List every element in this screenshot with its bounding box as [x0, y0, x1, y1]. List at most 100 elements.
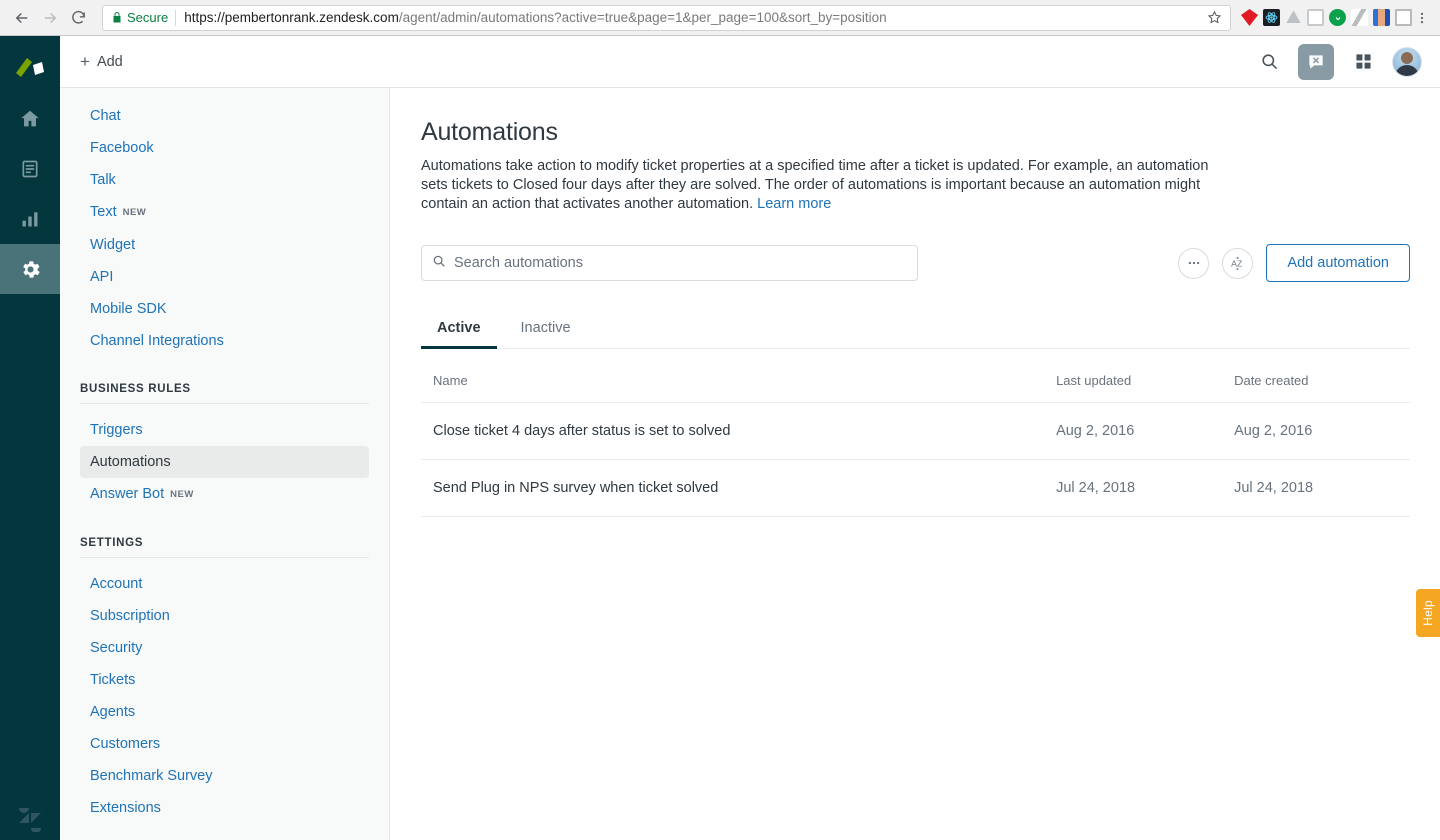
sidebar-item-benchmark-survey[interactable]: Benchmark Survey	[60, 760, 389, 792]
sidebar-item-customers[interactable]: Customers	[60, 728, 389, 760]
table-header-row: Name Last updated Date created	[421, 363, 1410, 403]
sidebar-item-label: Customers	[90, 736, 160, 752]
sidebar-item-automations[interactable]: Automations	[80, 446, 369, 478]
product-rail	[0, 36, 60, 840]
new-badge: NEW	[170, 489, 194, 500]
sidebar-item-triggers[interactable]: Triggers	[60, 414, 389, 446]
sidebar-item-security[interactable]: Security	[60, 632, 389, 664]
sidebar-item-agents[interactable]: Agents	[60, 696, 389, 728]
sidebar-item-facebook[interactable]: Facebook	[60, 132, 389, 164]
sidebar-item-label: Tickets	[90, 672, 135, 688]
table-row[interactable]: Close ticket 4 days after status is set …	[421, 403, 1410, 460]
sidebar-item-label: Chat	[90, 108, 121, 124]
sidebar-item-answer-bot[interactable]: Answer Bot NEW	[60, 478, 389, 511]
extension-tray	[1239, 9, 1412, 26]
sidebar-item-extensions[interactable]: Extensions	[60, 792, 389, 824]
sidebar-item-label: Extensions	[90, 800, 161, 816]
sidebar-item-label: Benchmark Survey	[90, 768, 213, 784]
sidebar-item-label: Subscription	[90, 608, 170, 624]
sidebar-item-label: Widget	[90, 237, 135, 253]
user-avatar[interactable]	[1392, 47, 1422, 77]
sidebar-item-label: Answer Bot	[90, 486, 164, 502]
sidebar-item-label: API	[90, 269, 113, 285]
wave-extension-icon[interactable]	[1351, 9, 1368, 26]
add-button[interactable]: + Add	[80, 53, 123, 70]
tab-inactive[interactable]: Inactive	[505, 312, 587, 349]
search-icon[interactable]	[1254, 47, 1284, 77]
sidebar-item-label: Account	[90, 576, 142, 592]
help-tab-label: Help	[1421, 600, 1435, 626]
sidebar-item-widget[interactable]: Widget	[60, 229, 389, 261]
sidebar-item-channel-integrations[interactable]: Channel Integrations	[60, 325, 389, 357]
add-automation-button[interactable]: Add automation	[1266, 244, 1410, 282]
more-options-button[interactable]	[1178, 248, 1209, 279]
avatar-extension-icon[interactable]	[1373, 9, 1390, 26]
help-tab[interactable]: Help	[1416, 589, 1440, 637]
sidebar-divider	[80, 557, 369, 558]
toolbar-actions: AZ Add automation	[1178, 244, 1410, 282]
sidebar-item-label: Triggers	[90, 422, 143, 438]
chat-bubble-close-icon[interactable]	[1298, 44, 1334, 80]
rail-item-reporting[interactable]	[0, 194, 60, 244]
sidebar-item-chat[interactable]: Chat	[60, 100, 389, 132]
page-title: Automations	[421, 118, 1410, 147]
sidebar-item-account[interactable]: Account	[60, 568, 389, 600]
table-row[interactable]: Send Plug in NPS survey when ticket solv…	[421, 460, 1410, 517]
column-header-date-created[interactable]: Date created	[1222, 363, 1410, 403]
add-button-label: Add	[97, 54, 123, 70]
sidebar-item-mobile-sdk[interactable]: Mobile SDK	[60, 293, 389, 325]
tab-active[interactable]: Active	[421, 312, 497, 349]
sidebar-item-label: Agents	[90, 704, 135, 720]
rail-item-admin[interactable]	[0, 244, 60, 294]
browser-menu-button[interactable]	[1412, 11, 1432, 25]
apps-grid-icon[interactable]	[1348, 47, 1378, 77]
sidebar-section-settings-title: SETTINGS	[60, 537, 389, 549]
address-bar[interactable]: Secure https://pembertonrank.zendesk.com…	[102, 5, 1231, 31]
ruby-extension-icon[interactable]	[1241, 9, 1258, 26]
admin-sidebar: Chat Facebook Talk Text NEW Widget API Mo…	[60, 88, 390, 840]
top-header-actions	[1254, 44, 1440, 80]
zendesk-z-logo	[0, 804, 60, 832]
column-header-name[interactable]: Name	[421, 363, 1044, 403]
react-devtools-extension-icon[interactable]	[1263, 9, 1280, 26]
column-header-last-updated[interactable]: Last updated	[1044, 363, 1222, 403]
automation-name[interactable]: Send Plug in NPS survey when ticket solv…	[421, 460, 1044, 517]
url-host: https://pembertonrank.zendesk.com	[184, 10, 399, 25]
download-extension-icon[interactable]	[1329, 9, 1346, 26]
page-description: Automations take action to modify ticket…	[421, 157, 1221, 214]
sidebar-item-label: Channel Integrations	[90, 333, 224, 349]
search-automations-box[interactable]	[421, 245, 918, 281]
url-path: /agent/admin/automations?active=true&pag…	[399, 10, 887, 25]
sidebar-item-text[interactable]: Text NEW	[60, 196, 389, 229]
sidebar-item-label: Text	[90, 204, 117, 220]
rail-item-views[interactable]	[0, 144, 60, 194]
automation-name[interactable]: Close ticket 4 days after status is set …	[421, 403, 1044, 460]
star-icon[interactable]	[1199, 10, 1222, 25]
search-icon	[432, 254, 446, 273]
notes-extension-icon[interactable]	[1307, 9, 1324, 26]
browser-toolbar: Secure https://pembertonrank.zendesk.com…	[0, 0, 1440, 36]
learn-more-link[interactable]: Learn more	[757, 196, 831, 212]
sidebar-item-talk[interactable]: Talk	[60, 164, 389, 196]
new-badge: NEW	[123, 207, 147, 218]
zendesk-logo[interactable]	[0, 42, 60, 94]
rail-item-home[interactable]	[0, 94, 60, 144]
automations-toolbar: AZ Add automation	[421, 244, 1410, 282]
main-content: Automations Automations take action to m…	[391, 88, 1440, 840]
sidebar-item-label: Facebook	[90, 140, 154, 156]
sort-alpha-icon[interactable]: AZ	[1222, 248, 1253, 279]
lock-icon	[111, 11, 123, 24]
automations-tabs: Active Inactive	[421, 312, 1410, 349]
automation-last-updated: Aug 2, 2016	[1044, 403, 1222, 460]
back-button[interactable]	[8, 4, 36, 32]
svg-text:AZ: AZ	[1232, 258, 1244, 268]
sidebar-item-label: Talk	[90, 172, 116, 188]
notebook-extension-icon[interactable]	[1395, 9, 1412, 26]
sidebar-item-subscription[interactable]: Subscription	[60, 600, 389, 632]
sidebar-item-api[interactable]: API	[60, 261, 389, 293]
reload-button[interactable]	[64, 4, 92, 32]
search-input[interactable]	[454, 255, 907, 271]
google-drive-extension-icon[interactable]	[1285, 9, 1302, 26]
forward-button[interactable]	[36, 4, 64, 32]
sidebar-item-tickets[interactable]: Tickets	[60, 664, 389, 696]
